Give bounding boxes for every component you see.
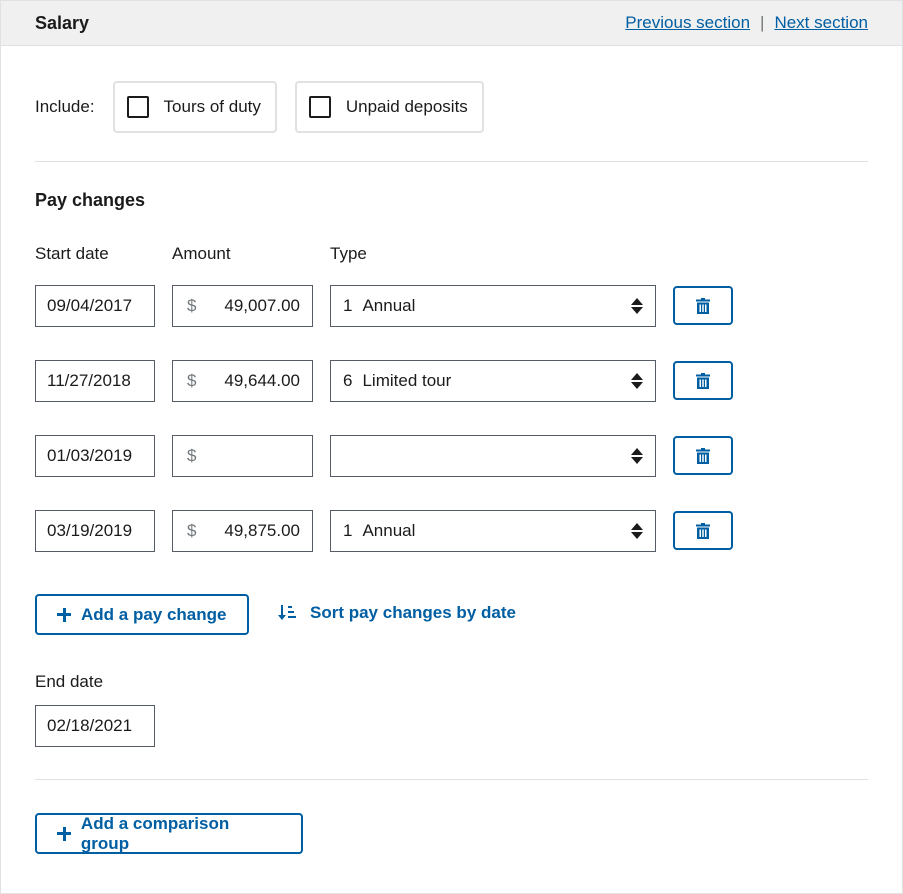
trash-icon [696, 522, 710, 539]
sort-icon [278, 605, 296, 620]
currency-symbol: $ [187, 521, 197, 540]
panel-header: Salary Previous section | Next section [1, 1, 902, 46]
type-select[interactable] [330, 435, 656, 477]
checkbox-label: Tours of duty [163, 97, 261, 116]
divider [35, 779, 868, 780]
amount-input[interactable]: $ 49,644.00 [172, 360, 313, 402]
type-selected-value: 1 Annual [343, 521, 415, 541]
unpaid-deposits-checkbox[interactable]: Unpaid deposits [294, 81, 484, 133]
next-section-link[interactable]: Next section [774, 13, 868, 33]
include-label: Include: [35, 97, 95, 116]
end-date-label: End date [35, 672, 104, 691]
type-label: Limited tour [362, 371, 452, 390]
page-title: Salary [35, 12, 90, 33]
nav-separator: | [760, 13, 765, 32]
trash-icon [696, 372, 710, 389]
delete-row-button[interactable] [673, 286, 733, 325]
plus-icon [57, 826, 71, 841]
plus-icon [57, 607, 71, 622]
column-header-type: Type [330, 244, 367, 263]
start-date-input[interactable]: 01/03/2019 [35, 435, 155, 477]
section-nav: Previous section | Next section [625, 13, 868, 33]
column-header-amount: Amount [172, 244, 231, 263]
column-header-start-date: Start date [35, 244, 109, 263]
type-code: 1 [343, 521, 353, 540]
currency-symbol: $ [187, 371, 197, 390]
type-selected-value: 6 Limited tour [343, 371, 451, 391]
delete-row-button[interactable] [673, 511, 733, 550]
checkbox-label: Unpaid deposits [345, 97, 468, 116]
checkbox-icon[interactable] [308, 96, 331, 118]
currency-symbol: $ [187, 446, 197, 465]
type-label: Annual [362, 521, 416, 540]
tours-of-duty-checkbox[interactable]: Tours of duty [112, 81, 277, 133]
amount-value: 49,644.00 [224, 371, 300, 390]
previous-section-link[interactable]: Previous section [625, 13, 750, 33]
type-code: 6 [343, 371, 353, 390]
type-select[interactable]: 1 Annual [330, 285, 656, 327]
type-select[interactable]: 1 Annual [330, 510, 656, 552]
select-arrows-icon [631, 373, 643, 389]
amount-value: 49,875.00 [224, 521, 300, 540]
select-arrows-icon [631, 298, 643, 314]
amount-input[interactable]: $ 49,007.00 [172, 285, 313, 327]
delete-row-button[interactable] [673, 361, 733, 400]
type-select[interactable]: 6 Limited tour [330, 360, 656, 402]
type-selected-value: 1 Annual [343, 296, 415, 316]
start-date-input[interactable]: 11/27/2018 [35, 360, 155, 402]
start-date-input[interactable]: 09/04/2017 [35, 285, 155, 327]
select-arrows-icon [631, 523, 643, 539]
amount-input[interactable]: $ [172, 435, 313, 477]
add-comparison-group-button[interactable]: Add a comparison group [35, 813, 303, 854]
section-title: Pay changes [35, 190, 146, 210]
type-label: Annual [362, 296, 416, 315]
start-date-input[interactable]: 03/19/2019 [35, 510, 155, 552]
end-date-input[interactable]: 02/18/2021 [35, 705, 155, 747]
amount-value: 49,007.00 [224, 296, 300, 315]
include-options: Include: Tours of duty Unpaid deposits [35, 81, 502, 133]
trash-icon [696, 297, 710, 314]
amount-input[interactable]: $ 49,875.00 [172, 510, 313, 552]
button-label: Add a comparison group [80, 813, 230, 853]
divider [35, 161, 868, 162]
button-label: Add a pay change [81, 604, 227, 624]
delete-row-button[interactable] [673, 436, 733, 475]
type-code: 1 [343, 296, 353, 315]
add-pay-change-button[interactable]: Add a pay change [35, 594, 249, 635]
trash-icon [696, 447, 710, 464]
checkbox-icon[interactable] [126, 96, 149, 118]
currency-symbol: $ [187, 296, 197, 315]
sort-link-label: Sort pay changes by date [310, 603, 516, 622]
sort-pay-changes-link[interactable]: Sort pay changes by date [278, 603, 516, 623]
salary-panel: Salary Previous section | Next section I… [0, 0, 903, 894]
select-arrows-icon [631, 448, 643, 464]
type-selected-value [343, 446, 353, 466]
